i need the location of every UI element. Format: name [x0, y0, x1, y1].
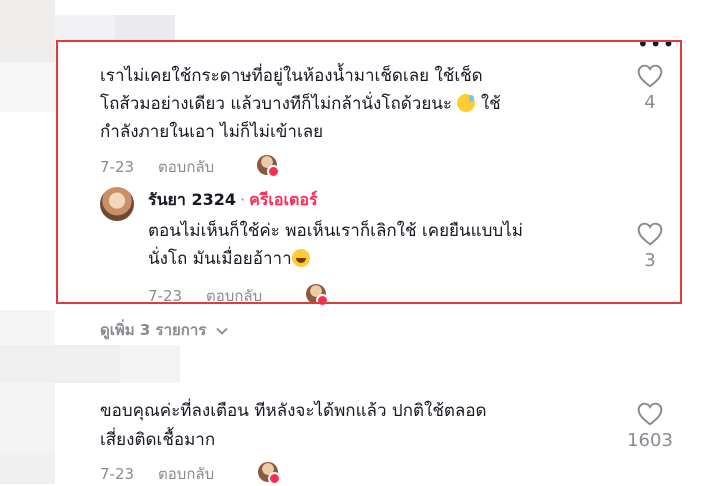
comment-text: ขอบคุณค่ะที่ลงเตือน ทีหลังจะได้พกแล้ว ปก…	[100, 397, 600, 455]
blurred-region	[115, 15, 175, 40]
blurred-region	[0, 0, 55, 62]
view-more-label: ดูเพิ่ม 3 รายการ	[100, 321, 207, 339]
creator-liked-avatar	[258, 462, 281, 485]
blurred-region	[0, 453, 55, 484]
chevron-down-icon	[215, 327, 228, 335]
highlight-box	[56, 40, 682, 304]
blurred-region	[0, 383, 55, 453]
comment-date: 7-23	[100, 465, 135, 483]
comment-line: เสี่ยงติดเชื้อมาก	[100, 430, 216, 450]
blurred-region	[120, 345, 180, 383]
blurred-region	[0, 62, 55, 112]
comment-line: ขอบคุณค่ะที่ลงเตือน ทีหลังจะได้พกแล้ว ปก…	[100, 401, 487, 421]
blurred-region	[55, 15, 115, 40]
like-button[interactable]: 1603	[616, 402, 684, 451]
view-more-replies[interactable]: ดูเพิ่ม 3 รายการ	[100, 318, 228, 342]
blurred-region	[0, 310, 55, 350]
comment-meta: 7-23 ตอบกลับ	[100, 462, 214, 486]
like-count: 1603	[627, 430, 673, 451]
reply-button[interactable]: ตอบกลับ	[158, 465, 214, 483]
heart-icon	[637, 402, 663, 426]
blurred-region	[0, 345, 120, 383]
